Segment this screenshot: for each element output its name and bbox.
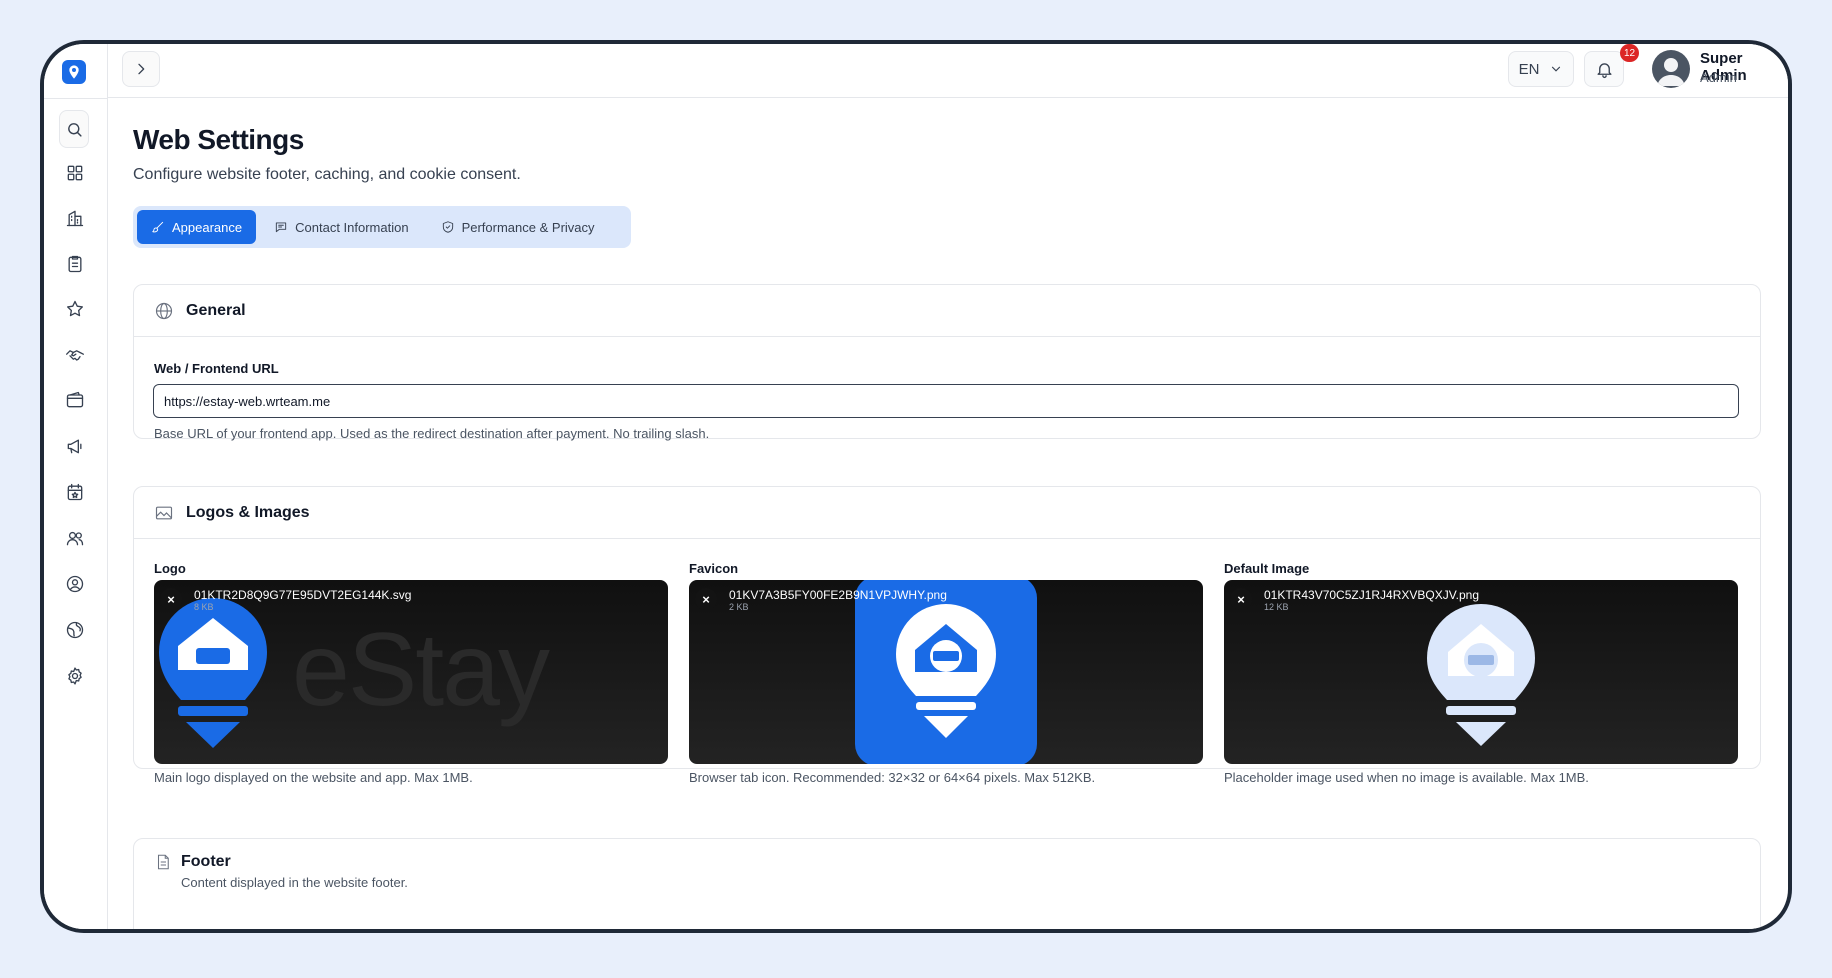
general-card: General Web / Frontend URL Base URL of y…: [133, 284, 1761, 441]
sidebar-toggle-button[interactable]: [122, 51, 160, 87]
frontend-url-input[interactable]: [153, 384, 1739, 418]
globe-icon: [155, 302, 173, 319]
clipboard-icon: [68, 255, 82, 273]
sidebar-item-users[interactable]: [64, 527, 86, 549]
sidebar-item-properties[interactable]: [64, 207, 86, 229]
footer-card: Footer Content displayed in the website …: [133, 838, 1761, 929]
star-icon: [67, 300, 84, 317]
notification-count-badge: 12: [1620, 44, 1640, 62]
card-subtitle: Content displayed in the website footer.: [181, 875, 408, 890]
document-icon: [157, 854, 169, 870]
sidebar-divider: [44, 98, 108, 99]
card-title: General: [186, 301, 246, 319]
settings-tabs: Appearance Contact Information Performan…: [133, 206, 631, 248]
general-card-header: General: [134, 285, 1760, 337]
placeholder-pin-image: [1427, 604, 1535, 746]
user-role: Admin: [1700, 70, 1737, 85]
brand-logo[interactable]: [62, 60, 86, 84]
default-image-label: Default Image: [1224, 561, 1310, 576]
logo-label: Logo: [154, 561, 186, 576]
sidebar-item-partners[interactable]: [64, 344, 86, 366]
logo-wordmark: eStay: [292, 612, 550, 728]
logo-preview[interactable]: eStay × 01KTR2D8Q9G77E95DVT2EG144K.svg 8…: [154, 580, 668, 764]
page-subtitle: Configure website footer, caching, and c…: [133, 166, 521, 183]
notifications-button[interactable]: [1584, 51, 1624, 87]
favicon-preview[interactable]: × 01KV7A3B5FY00FE2B9N1VPJWHY.png 2 KB: [689, 580, 1203, 764]
sidebar-item-wallet[interactable]: [64, 389, 86, 411]
globe-icon: [66, 621, 84, 639]
map-pin-logo-icon: [69, 65, 79, 79]
calendar-star-icon: [67, 483, 83, 501]
remove-favicon-button[interactable]: ×: [695, 588, 717, 610]
megaphone-icon: [67, 439, 82, 454]
default-image-preview[interactable]: × 01KTR43V70C5ZJ1RJ4RXVBQXJV.png 12 KB: [1224, 580, 1738, 764]
building-icon: [66, 210, 84, 227]
sidebar-item-events[interactable]: [64, 481, 86, 503]
search-icon: [67, 122, 82, 137]
users-icon: [66, 531, 84, 546]
default-image-file-size: 12 KB: [1264, 602, 1289, 612]
favicon-image: [855, 580, 1037, 764]
map-pin-logo-icon: [896, 604, 996, 738]
top-bar: EN 12 Super Admin Admin: [108, 44, 1788, 98]
url-help-text: Base URL of your frontend app. Used as t…: [154, 426, 710, 441]
tab-label: Appearance: [172, 219, 243, 235]
sidebar-item-marketing[interactable]: [64, 435, 86, 457]
main-content: Web Settings Configure website footer, c…: [108, 98, 1788, 929]
avatar[interactable]: [1652, 50, 1690, 88]
brush-icon: [152, 221, 164, 233]
image-icon: [155, 506, 173, 519]
logos-card-header: Logos & Images: [134, 487, 1760, 539]
card-title: Footer: [181, 853, 231, 870]
logo-file-name: 01KTR2D8Q9G77E95DVT2EG144K.svg: [194, 588, 412, 602]
logos-grid: Logo eStay × 01KTR2D8Q9G77E95DVT2EG144K.…: [134, 539, 1760, 785]
favicon-help-text: Browser tab icon. Recommended: 32×32 or …: [689, 770, 1096, 785]
sidebar-item-account[interactable]: [64, 573, 86, 595]
logo-help-text: Main logo displayed on the website and a…: [154, 770, 473, 785]
tab-appearance[interactable]: Appearance: [137, 210, 257, 244]
remove-default-image-button[interactable]: ×: [1230, 588, 1252, 610]
tab-label: Performance & Privacy: [461, 219, 595, 235]
default-image-help-text: Placeholder image used when no image is …: [1224, 770, 1589, 785]
logos-images-card: Logos & Images Logo eStay × 01KTR2D8Q9G7…: [133, 486, 1761, 785]
tab-contact-information[interactable]: Contact Information: [260, 210, 422, 244]
language-selector[interactable]: EN: [1508, 51, 1574, 87]
shield-icon: [442, 221, 453, 233]
sidebar-search-button[interactable]: [59, 110, 89, 148]
chevron-down-icon: [1552, 66, 1561, 72]
sidebar-item-reviews[interactable]: [64, 298, 86, 320]
url-field-label: Web / Frontend URL: [154, 361, 279, 376]
wallet-icon: [66, 391, 84, 408]
gear-icon: [68, 667, 82, 685]
bell-icon: [1596, 62, 1612, 78]
sidebar-item-bookings[interactable]: [64, 253, 86, 275]
favicon-file-size: 2 KB: [729, 602, 749, 612]
card-title: Logos & Images: [186, 503, 310, 521]
chevron-right-icon: [138, 63, 145, 75]
user-avatar-icon: [1657, 58, 1685, 86]
sidebar-item-web[interactable]: [64, 619, 86, 641]
app-window: EN 12 Super Admin Admin Web Settings Con…: [40, 40, 1792, 933]
estay-pin-logo-image: [159, 598, 267, 748]
language-label: EN: [1518, 60, 1540, 78]
chat-icon: [275, 222, 287, 233]
tab-label: Contact Information: [295, 219, 409, 235]
page-title: Web Settings: [133, 124, 304, 155]
favicon-file-name: 01KV7A3B5FY00FE2B9N1VPJWHY.png: [729, 588, 947, 602]
favicon-label: Favicon: [689, 561, 739, 576]
remove-logo-button[interactable]: ×: [160, 588, 182, 610]
handshake-icon: [66, 350, 85, 361]
sidebar-item-settings[interactable]: [64, 665, 86, 687]
logo-file-size: 8 KB: [194, 602, 214, 612]
sidebar: [44, 44, 108, 929]
tab-performance-privacy[interactable]: Performance & Privacy: [427, 210, 609, 244]
default-image-file-name: 01KTR43V70C5ZJ1RJ4RXVBQXJV.png: [1264, 588, 1480, 602]
grid-icon: [67, 165, 83, 181]
user-circle-icon: [66, 575, 84, 593]
sidebar-item-dashboard[interactable]: [64, 162, 86, 184]
